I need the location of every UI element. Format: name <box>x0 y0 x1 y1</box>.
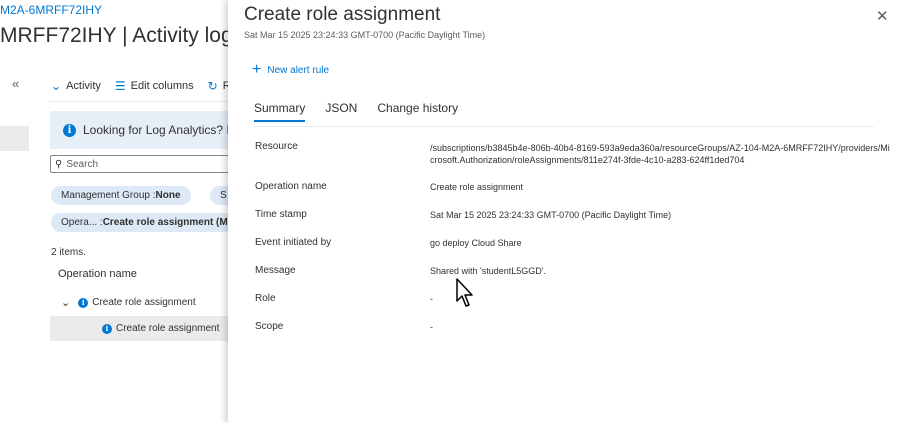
tab-divider <box>254 126 874 127</box>
refresh-button[interactable]: ↻ R <box>208 79 228 93</box>
filter-pill-operation[interactable]: Opera... : Create role assignment (M <box>51 213 228 232</box>
breadcrumb[interactable]: M2A-6MRFF72IHY <box>0 3 102 17</box>
new-alert-rule-button[interactable]: + New alert rule <box>252 61 329 78</box>
table-row[interactable]: ⌄ i Create role assignment <box>50 290 228 315</box>
tab-json[interactable]: JSON <box>325 101 357 120</box>
property-label-time-stamp: Time stamp <box>255 209 307 220</box>
tab-change-history[interactable]: Change history <box>377 101 458 120</box>
property-label-scope: Scope <box>255 321 284 332</box>
page-title: MRFF72IHY | Activity log <box>0 24 228 47</box>
tab-summary[interactable]: Summary <box>254 101 306 122</box>
property-label-resource: Resource <box>255 141 298 152</box>
filter-pill-management-group[interactable]: Management Group : None <box>51 186 191 205</box>
panel-title: Create role assignment <box>244 4 441 25</box>
column-header-operation-name[interactable]: Operation name <box>58 268 137 280</box>
panel-subtitle: Sat Mar 15 2025 23:24:33 GMT-0700 (Pacif… <box>244 30 486 40</box>
collapse-sidebar-icon[interactable]: « <box>12 76 19 91</box>
refresh-icon: ↻ <box>207 79 218 93</box>
search-icon: ⚲ <box>55 158 63 170</box>
property-value-resource: /subscriptions/b3845b4e-806b-40b4-8169-5… <box>430 143 890 165</box>
info-icon: i <box>78 297 89 308</box>
mouse-cursor-icon <box>456 278 473 307</box>
filter-pill-subscription[interactable]: S <box>210 186 228 205</box>
details-panel: Create role assignment Sat Mar 15 2025 2… <box>228 0 902 423</box>
search-placeholder: Search <box>66 158 99 170</box>
info-icon: i <box>102 323 112 334</box>
items-count: 2 items. <box>51 247 87 258</box>
property-value-scope: - <box>430 322 433 332</box>
columns-icon: ☰ <box>114 79 126 93</box>
property-label-role: Role <box>255 293 276 304</box>
chevron-down-icon: ⌄ <box>51 79 62 93</box>
property-value-message: Shared with 'studentL5GGD'. <box>430 266 546 276</box>
info-text: Looking for Log Analytics? In <box>83 123 228 137</box>
tab-list: Summary JSON Change history <box>254 101 458 122</box>
info-banner: i Looking for Log Analytics? In <box>50 111 228 149</box>
close-icon[interactable]: ✕ <box>876 7 889 25</box>
search-input[interactable]: ⚲ Search <box>50 155 228 173</box>
info-icon: i <box>63 123 76 137</box>
property-label-event-initiated-by: Event initiated by <box>255 237 332 248</box>
property-label-operation-name: Operation name <box>255 181 327 192</box>
toolbar: ⌄ Activity ☰ Edit columns ↻ R <box>51 76 228 96</box>
property-value-time-stamp: Sat Mar 15 2025 23:24:33 GMT-0700 (Pacif… <box>430 210 672 220</box>
plus-icon: + <box>252 61 262 78</box>
chevron-down-icon[interactable]: ⌄ <box>61 296 70 309</box>
property-value-role: - <box>430 294 433 304</box>
toolbar-divider <box>48 101 228 102</box>
activity-button[interactable]: ⌄ Activity <box>51 79 101 93</box>
property-label-message: Message <box>255 265 296 276</box>
property-value-operation-name: Create role assignment <box>430 182 524 192</box>
sidebar-selected-item[interactable] <box>0 126 29 151</box>
edit-columns-button[interactable]: ☰ Edit columns <box>115 79 194 93</box>
table-row[interactable]: i Create role assignment <box>50 316 228 341</box>
property-value-event-initiated-by: go deploy Cloud Share <box>430 238 522 248</box>
activity-log-page: M2A-6MRFF72IHY MRFF72IHY | Activity log … <box>0 0 228 423</box>
